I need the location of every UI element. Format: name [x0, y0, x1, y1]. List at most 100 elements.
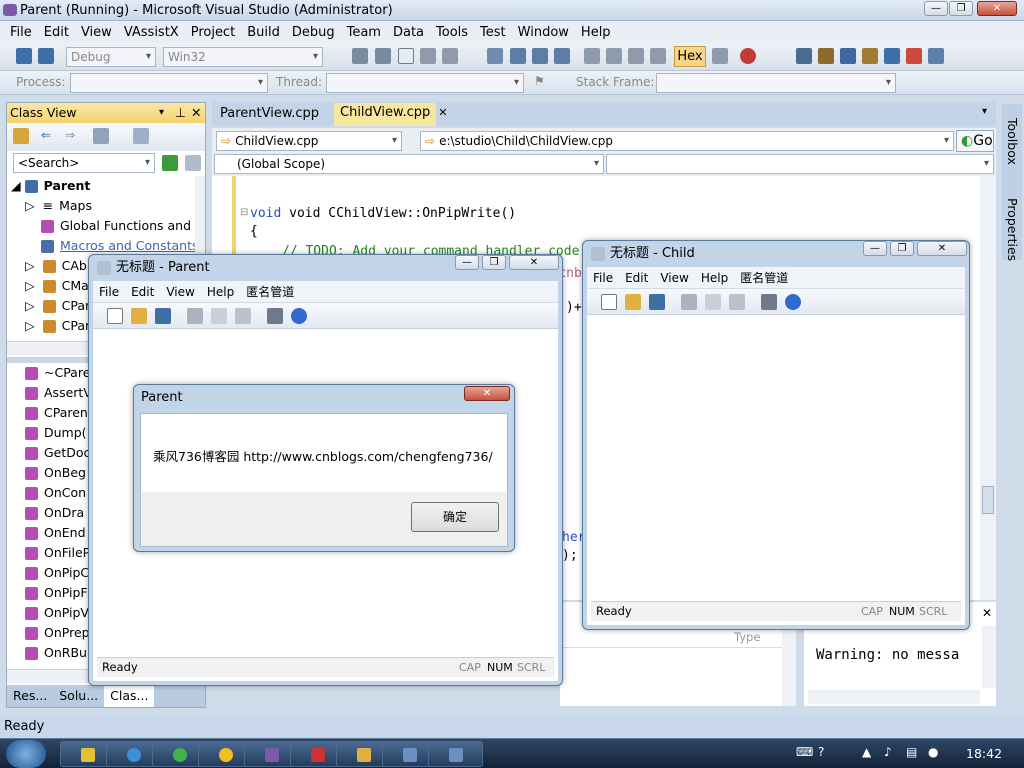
file-combo[interactable]: ⇨ ChildView.cpp — [216, 131, 402, 151]
tree-item-maps[interactable]: ▷ ≡ Maps — [7, 196, 207, 216]
child-close-button[interactable]: ✕ — [917, 241, 967, 256]
restart-icon[interactable] — [554, 48, 570, 64]
clock[interactable]: 18:42 — [966, 746, 1002, 761]
continue-icon[interactable] — [487, 48, 503, 64]
tab-class-view[interactable]: Clas... — [104, 685, 155, 707]
tab-toolbox[interactable]: Toolbox — [1005, 118, 1020, 165]
save-icon[interactable] — [16, 48, 32, 64]
menu-tools[interactable]: Tools — [430, 25, 474, 40]
spellcheck-icon[interactable] — [906, 48, 922, 64]
step-out-icon[interactable] — [650, 48, 666, 64]
collapse-icon[interactable]: ⊟ — [240, 207, 248, 218]
open-folder-icon[interactable] — [131, 308, 147, 324]
menu-team[interactable]: Team — [341, 25, 387, 40]
tab-list-icon[interactable]: ▾ — [982, 106, 987, 117]
network-icon[interactable]: ▤ — [906, 745, 917, 759]
maximize-button[interactable]: ❐ — [949, 1, 973, 16]
volume-icon[interactable]: ♪ — [884, 745, 892, 759]
configuration-combo[interactable]: Debug — [66, 47, 156, 67]
start-button[interactable] — [6, 740, 46, 768]
output-hscrollbar[interactable] — [808, 690, 980, 704]
save-icon[interactable] — [649, 294, 665, 310]
save-icon[interactable] — [155, 308, 171, 324]
menu-view[interactable]: View — [654, 271, 694, 285]
tab-solution-explorer[interactable]: Solu... — [53, 685, 104, 707]
show-hidden-icons[interactable]: ▲ — [862, 745, 871, 759]
keyboard-icon[interactable]: ⌨ — [796, 745, 813, 759]
dropdown-icon[interactable]: ▾ — [159, 103, 164, 123]
find-icon[interactable] — [840, 48, 856, 64]
menu-help[interactable]: Help — [695, 271, 734, 285]
tab-resource-view[interactable]: Res... — [7, 685, 53, 707]
message-box-close-button[interactable]: ✕ — [464, 386, 510, 401]
tree-root-parent[interactable]: ◢ Parent — [7, 176, 207, 196]
menu-test[interactable]: Test — [474, 25, 512, 40]
folder-icon[interactable] — [13, 128, 29, 144]
help-icon[interactable] — [785, 294, 801, 310]
scope-combo[interactable]: (Global Scope) — [214, 154, 604, 174]
menu-file[interactable]: File — [93, 285, 125, 299]
platform-combo[interactable]: Win32 — [163, 47, 323, 67]
breakpoint-icon[interactable] — [740, 48, 756, 64]
flag-icon[interactable]: ⚑ — [534, 74, 545, 88]
parent-maximize-button[interactable]: ❐ — [482, 255, 506, 270]
menu-view[interactable]: View — [75, 25, 118, 40]
browse-icon[interactable] — [133, 128, 149, 144]
show-next-statement-icon[interactable] — [584, 48, 600, 64]
class-search-input[interactable]: <Search> — [13, 153, 155, 173]
menu-project[interactable]: Project — [185, 25, 241, 40]
menu-file[interactable]: File — [4, 25, 38, 40]
menu-view[interactable]: View — [160, 285, 200, 299]
outdent-icon[interactable] — [375, 48, 391, 64]
menu-file[interactable]: File — [587, 271, 619, 285]
stop-debugging-icon[interactable] — [532, 48, 548, 64]
process-combo[interactable] — [70, 73, 268, 93]
back-icon[interactable]: ⇐ — [41, 128, 51, 142]
class-icon[interactable] — [818, 48, 834, 64]
copy-icon[interactable] — [705, 294, 721, 310]
close-panel-icon[interactable]: ✕ — [191, 103, 201, 123]
child-app-button[interactable] — [428, 741, 483, 767]
break-all-icon[interactable] — [510, 48, 526, 64]
indent-icon[interactable] — [352, 48, 368, 64]
ok-button[interactable]: 确定 — [411, 502, 499, 532]
help-icon[interactable] — [291, 308, 307, 324]
cut-icon[interactable] — [681, 294, 697, 310]
paste-icon[interactable] — [235, 308, 251, 324]
menu-data[interactable]: Data — [387, 25, 430, 40]
forward-icon[interactable]: ⇒ — [65, 128, 75, 142]
menu-help[interactable]: Help — [575, 25, 617, 40]
refactor-icon[interactable] — [862, 48, 878, 64]
menu-edit[interactable]: Edit — [125, 285, 160, 299]
new-file-icon[interactable] — [107, 308, 123, 324]
braces-icon[interactable] — [884, 48, 900, 64]
menu-help[interactable]: Help — [201, 285, 240, 299]
help-tray-icon[interactable]: ? — [818, 745, 824, 759]
close-output-icon[interactable]: ✕ — [982, 606, 992, 620]
bookmark-icon[interactable] — [420, 48, 436, 64]
new-file-icon[interactable] — [601, 294, 617, 310]
tab-childview-cpp[interactable]: ChildView.cpp ✕ — [334, 103, 447, 126]
print-icon[interactable] — [761, 294, 777, 310]
print-icon[interactable] — [267, 308, 283, 324]
thread-combo[interactable] — [326, 73, 524, 93]
comment-icon[interactable] — [398, 48, 414, 64]
go-button[interactable]: ◐Go — [956, 130, 994, 152]
copy-icon[interactable] — [211, 308, 227, 324]
menu-build[interactable]: Build — [241, 25, 286, 40]
tree-item-macros[interactable]: Macros and Constants — [7, 236, 207, 256]
pin-icon[interactable]: ⊥ — [175, 103, 186, 123]
path-combo[interactable]: ⇨ e:\studio\Child\ChildView.cpp — [420, 131, 954, 151]
output-vscrollbar[interactable] — [982, 626, 996, 688]
open-folder-icon[interactable] — [625, 294, 641, 310]
close-button[interactable]: ✕ — [977, 1, 1017, 16]
paste-icon[interactable] — [729, 294, 745, 310]
tab-properties[interactable]: Properties — [1005, 198, 1020, 261]
menu-edit[interactable]: Edit — [619, 271, 654, 285]
cut-icon[interactable] — [187, 308, 203, 324]
stack-icon[interactable] — [712, 48, 728, 64]
minimize-button[interactable]: — — [924, 1, 948, 16]
stack-frame-combo[interactable] — [656, 73, 896, 93]
menu-anonymous-pipe[interactable]: 匿名管道 — [240, 283, 300, 300]
clear-search-icon[interactable] — [185, 155, 201, 171]
